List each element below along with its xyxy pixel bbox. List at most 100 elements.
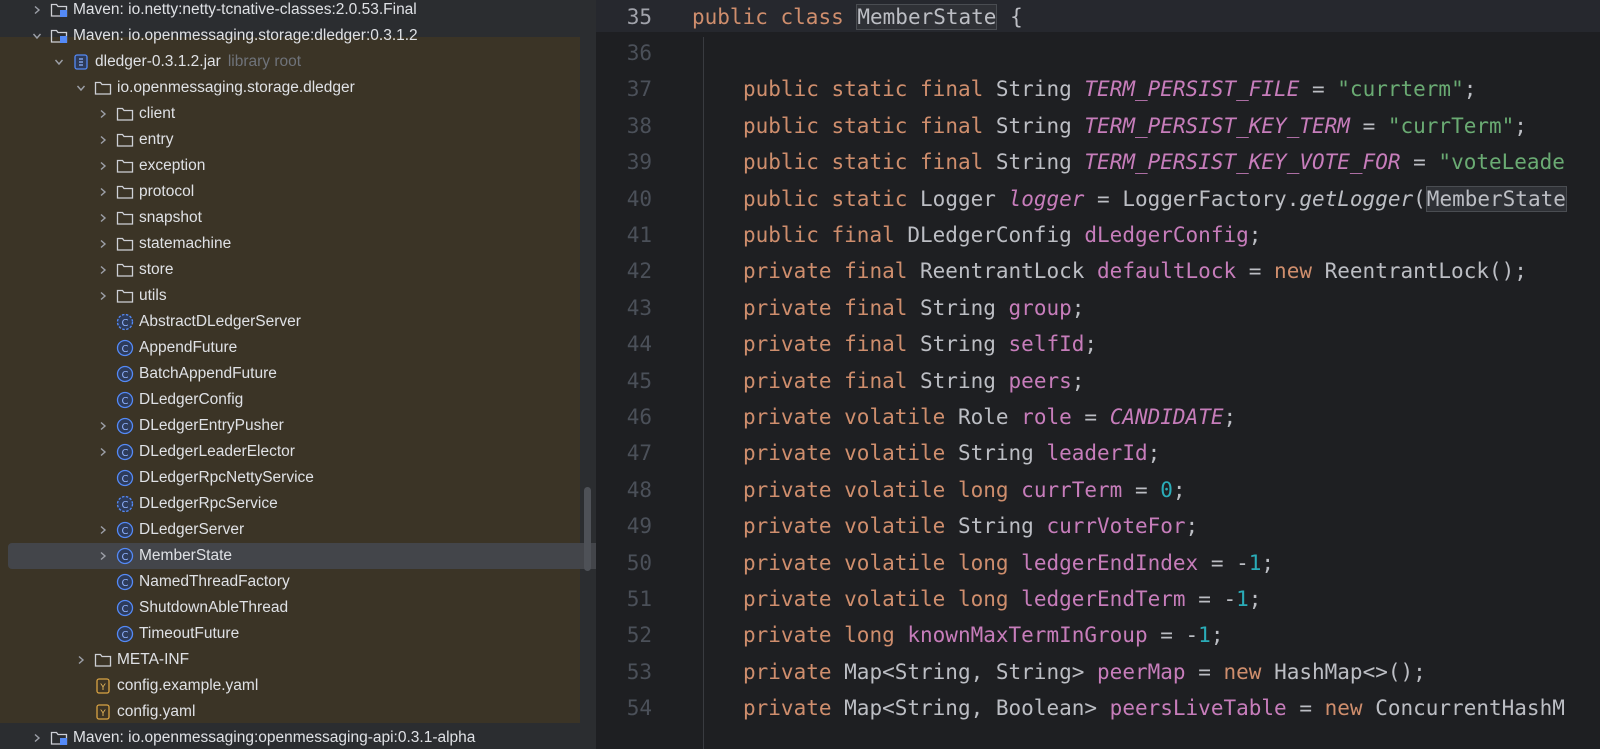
tree-row[interactable]: C MemberState <box>0 543 596 569</box>
code-token: ReentrantLock <box>920 259 1098 284</box>
tree-row[interactable]: C DLedgerRpcNettyService <box>0 465 596 491</box>
code-token: = <box>1122 477 1161 502</box>
line-number: 36 <box>626 40 652 65</box>
chevron-right-icon[interactable] <box>96 159 110 173</box>
code-token: String <box>995 77 1085 102</box>
tree-row[interactable]: dledger-0.3.1.2.jar library root <box>0 49 596 75</box>
chevron-right-icon[interactable] <box>96 445 110 459</box>
chevron-right-icon[interactable] <box>96 185 110 199</box>
tree-row[interactable]: C NamedThreadFactory <box>0 569 596 595</box>
code-line[interactable]: 42 private final ReentrantLock defaultLoc… <box>596 253 1600 290</box>
chevron-down-icon[interactable] <box>74 81 88 95</box>
code-token: final <box>920 150 996 175</box>
chevron-right-icon[interactable] <box>96 289 110 303</box>
tree-row[interactable]: C DLedgerServer <box>0 517 596 543</box>
tree-row[interactable]: C DLedgerLeaderElector <box>0 439 596 465</box>
tree-row[interactable]: Maven: io.netty:netty-tcnative-classes:2… <box>0 0 596 23</box>
code-token: = <box>1071 404 1110 429</box>
tree-row[interactable]: client <box>0 101 596 127</box>
code-line[interactable]: 45 private final String peers; <box>596 362 1600 399</box>
tree-row[interactable]: Yconfig.yaml <box>0 699 596 725</box>
code-editor[interactable]: 35 public class MemberState { 36 37 public s… <box>596 0 1600 749</box>
code-line[interactable]: 50 private volatile long ledgerEndIndex =… <box>596 544 1600 581</box>
code-token: group <box>1008 295 1072 320</box>
chevron-right-icon[interactable] <box>96 419 110 433</box>
code-line[interactable]: 51 private volatile long ledgerEndTerm = … <box>596 580 1600 617</box>
tree-row[interactable]: C AppendFuture <box>0 335 596 361</box>
chevron-right-icon[interactable] <box>74 653 88 667</box>
tree-row[interactable]: Maven: io.openmessaging.storage:dledger:… <box>0 23 596 49</box>
code-line[interactable]: 36 <box>596 34 1600 71</box>
svg-text:C: C <box>122 318 129 329</box>
tree-row[interactable]: C DLedgerEntryPusher <box>0 413 596 439</box>
tree-row[interactable]: snapshot <box>0 205 596 231</box>
chevron-down-icon[interactable] <box>52 55 66 69</box>
tree-row[interactable]: C DLedgerRpcService <box>0 491 596 517</box>
code-token: final <box>920 77 996 102</box>
code-text: private final String group; <box>743 296 1084 320</box>
code-text: private volatile String leaderId; <box>743 441 1160 465</box>
tree-row[interactable]: statemachine <box>0 231 596 257</box>
code-line[interactable]: 44 private final String selfId; <box>596 326 1600 363</box>
code-line[interactable]: 46 private volatile Role role = CANDIDATE… <box>596 398 1600 435</box>
tree-row[interactable]: store <box>0 257 596 283</box>
tree-row[interactable]: entry <box>0 127 596 153</box>
code-token: ; <box>1172 477 1186 502</box>
code-line[interactable]: 54 private Map<String, Boolean> peersLive… <box>596 690 1600 727</box>
code-line[interactable]: 39 public static final String TERM_PERSIS… <box>596 144 1600 181</box>
tree-row[interactable]: C AbstractDLedgerServer <box>0 309 596 335</box>
code-token: static <box>831 113 921 138</box>
code-token: CANDIDATE <box>1109 404 1224 429</box>
line-number: 44 <box>626 332 652 357</box>
code-line[interactable]: 53 private Map<String, String> peerMap = … <box>596 653 1600 690</box>
code-line[interactable]: 52 private long knownMaxTermInGroup = -1; <box>596 617 1600 654</box>
code-line[interactable]: 41 public final DLedgerConfig dLedgerConf… <box>596 216 1600 253</box>
maven-library-icon <box>50 729 68 747</box>
chevron-right-icon[interactable] <box>30 731 44 745</box>
tree-row[interactable]: utils <box>0 283 596 309</box>
code-token: peers <box>1008 368 1072 393</box>
tree-row[interactable]: protocol <box>0 179 596 205</box>
code-token: TERM_PERSIST_FILE <box>1084 77 1300 102</box>
tree-row[interactable]: Maven: io.openmessaging:openmessaging-ap… <box>0 725 596 749</box>
tree-row[interactable]: META-INF <box>0 647 596 673</box>
tree-row[interactable]: C BatchAppendFuture <box>0 361 596 387</box>
folder-icon <box>116 235 134 253</box>
code-token: long <box>957 586 1022 611</box>
tree-row[interactable]: C TimeoutFuture <box>0 621 596 647</box>
code-line[interactable]: 48 private volatile long currTerm = 0; <box>596 471 1600 508</box>
line-number: 50 <box>626 550 652 575</box>
code-line[interactable]: 35 public class MemberState { <box>596 0 1600 35</box>
code-line[interactable]: 37 public static final String TERM_PERSIS… <box>596 71 1600 108</box>
code-text: public static final String TERM_PERSIST_… <box>743 114 1527 138</box>
chevron-right-icon[interactable] <box>96 523 110 537</box>
chevron-down-icon[interactable] <box>30 29 44 43</box>
chevron-right-icon[interactable] <box>96 263 110 277</box>
code-token: private <box>743 550 845 575</box>
tree-row[interactable]: C ShutdownAbleThread <box>0 595 596 621</box>
chevron-right-icon[interactable] <box>96 549 110 563</box>
code-line[interactable]: 43 private final String group; <box>596 289 1600 326</box>
code-line[interactable]: 38 public static final String TERM_PERSIS… <box>596 107 1600 144</box>
chevron-right-icon[interactable] <box>96 133 110 147</box>
code-line[interactable]: 49 private volatile String currVoteFor; <box>596 508 1600 545</box>
tree-row[interactable]: io.openmessaging.storage.dledger <box>0 75 596 101</box>
tree-row-label: DLedgerRpcNettyService <box>139 469 314 486</box>
code-token: MemberState <box>1425 185 1567 212</box>
chevron-right-icon[interactable] <box>96 107 110 121</box>
tree-row[interactable]: Yconfig.example.yaml <box>0 673 596 699</box>
code-line[interactable]: 40 public static Logger logger = LoggerFa… <box>596 180 1600 217</box>
tree-row[interactable]: C DLedgerConfig <box>0 387 596 413</box>
code-token: private <box>743 586 845 611</box>
chevron-right-icon[interactable] <box>96 237 110 251</box>
chevron-right-icon[interactable] <box>30 3 44 17</box>
line-number: 52 <box>626 623 652 648</box>
tree-row[interactable]: exception <box>0 153 596 179</box>
folder-icon <box>116 183 134 201</box>
chevron-right-icon[interactable] <box>96 211 110 225</box>
code-token: public <box>743 186 832 211</box>
folder-icon <box>116 261 134 279</box>
code-token: public <box>743 150 832 175</box>
code-line[interactable]: 47 private volatile String leaderId; <box>596 435 1600 472</box>
project-scrollbar[interactable] <box>584 487 591 571</box>
